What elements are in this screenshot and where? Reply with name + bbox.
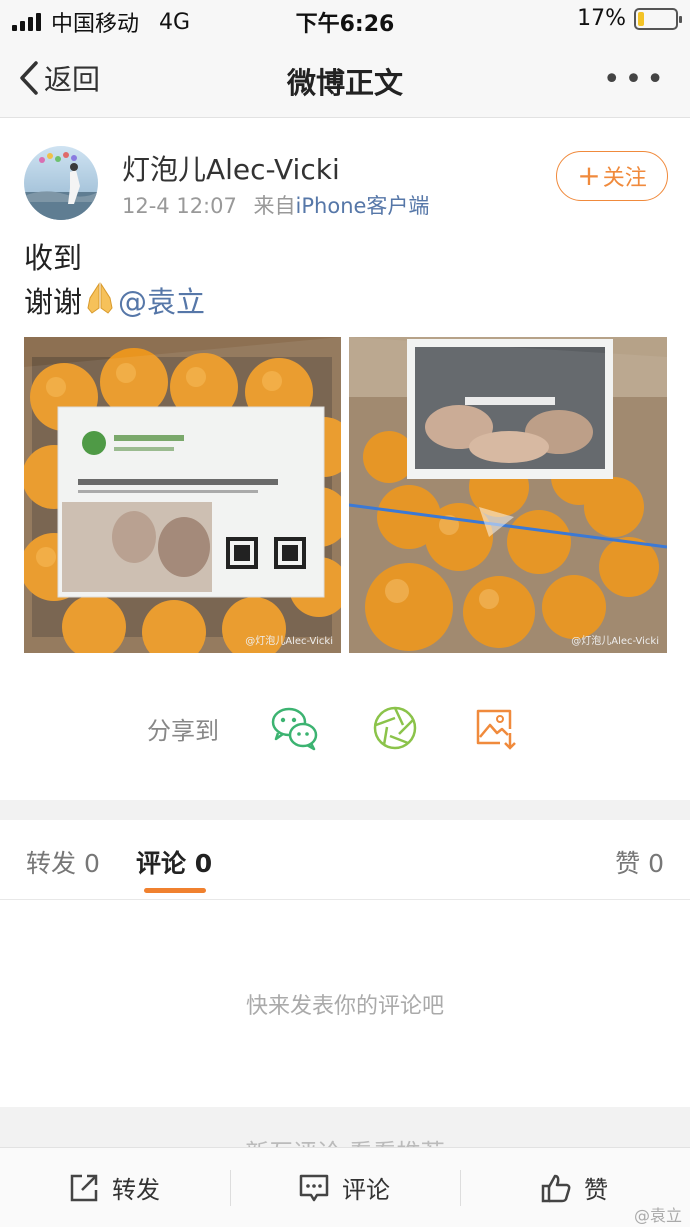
repost-button[interactable]: 转发: [68, 1170, 160, 1205]
praying-hands-icon: [82, 280, 118, 328]
post-text-line2: 谢谢 @袁立: [24, 280, 205, 328]
tab-like[interactable]: 赞 0: [615, 844, 664, 880]
post-photo-1[interactable]: @灯泡儿Alec-Vicki: [24, 337, 341, 653]
wechat-icon[interactable]: [270, 703, 320, 753]
repost-label: 转发: [112, 1176, 160, 1204]
more-dots-icon[interactable]: •••: [603, 62, 668, 97]
photo-watermark: @灯泡儿Alec-Vicki: [571, 636, 659, 647]
avatar[interactable]: [24, 146, 98, 220]
comment-button[interactable]: 评论: [298, 1170, 390, 1205]
interaction-tabs: 转发 0 评论 0 赞 0: [0, 820, 690, 900]
username[interactable]: 灯泡儿Alec-Vicki: [122, 148, 340, 188]
comment-label: 评论: [342, 1176, 390, 1204]
post-text-line1: 收到: [24, 241, 83, 275]
post-source[interactable]: iPhone客户端: [296, 194, 430, 218]
follow-label: 关注: [602, 166, 647, 191]
post-text: 收到 谢谢 @袁立: [24, 236, 205, 328]
like-label: 赞: [584, 1176, 608, 1204]
active-tab-indicator: [144, 888, 206, 893]
page-title: 微博正文: [286, 66, 403, 100]
battery-level: [638, 11, 645, 26]
toolbar-separator: [460, 1170, 461, 1206]
post-text-thanks: 谢谢: [24, 285, 83, 319]
moments-icon[interactable]: [370, 703, 420, 753]
tab-repost[interactable]: 转发 0: [26, 844, 100, 880]
photo-watermark: @灯泡儿Alec-Vicki: [245, 636, 333, 647]
tab-comment[interactable]: 评论 0: [136, 844, 212, 880]
empty-comments-text: 快来发表你的评论吧: [245, 994, 444, 1019]
bottom-toolbar: 转发 评论 赞 @袁立: [0, 1147, 690, 1227]
plus-icon: +: [577, 159, 601, 192]
post-photo-2[interactable]: @灯泡儿Alec-Vicki: [349, 337, 667, 653]
lower-section-text: 新互评论 看看推荐: [0, 1133, 690, 1147]
post-meta: 12-4 12:07 来自iPhone客户端: [122, 190, 429, 220]
corner-watermark: @袁立: [633, 1206, 682, 1225]
status-right: 17%: [577, 6, 682, 31]
thumbs-up-icon: [541, 1174, 571, 1202]
toolbar-separator: [230, 1170, 231, 1206]
post-timestamp: 12-4 12:07: [122, 194, 237, 218]
comment-bubble-icon: [299, 1174, 329, 1201]
like-button[interactable]: 赞: [540, 1170, 608, 1205]
lower-section: 新互评论 看看推荐: [0, 1107, 690, 1147]
save-image-icon[interactable]: [470, 703, 520, 753]
battery-icon: [634, 7, 682, 30]
source-prefix: 来自: [253, 194, 296, 218]
share-label: 分享到: [147, 717, 219, 745]
mention-link[interactable]: @袁立: [118, 285, 205, 319]
section-divider: [0, 800, 690, 820]
status-bar: 中国移动 4G 下午6:26 17%: [0, 0, 690, 40]
share-out-icon: [70, 1174, 98, 1201]
follow-button[interactable]: + 关注: [556, 151, 668, 201]
battery-percent: 17%: [577, 6, 626, 31]
nav-bar: 返回 微博正文 •••: [0, 40, 690, 118]
